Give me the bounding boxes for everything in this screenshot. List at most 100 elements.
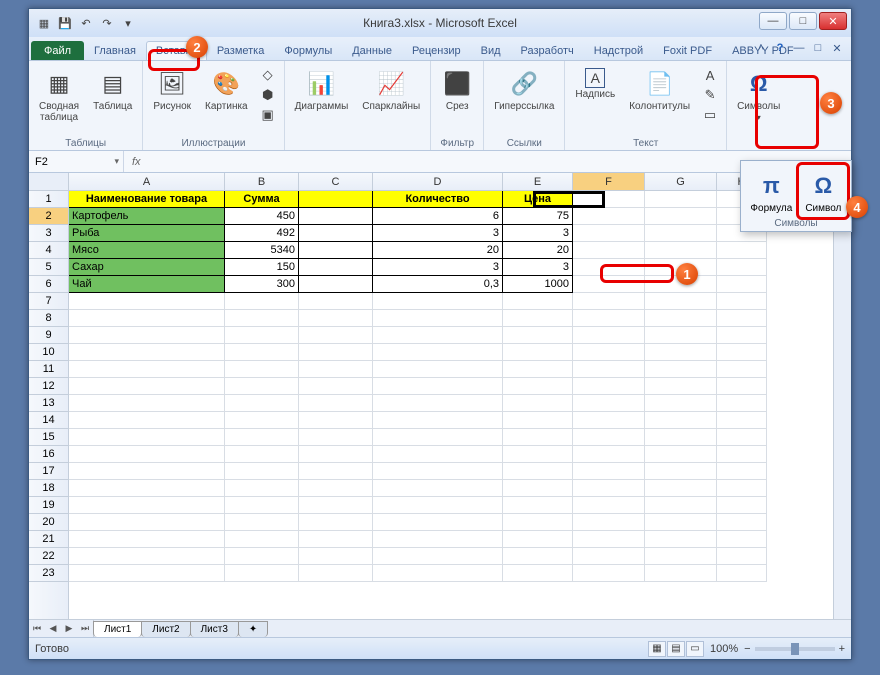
help-icon[interactable]: ? (772, 40, 788, 56)
table-button[interactable]: ▤Таблица (88, 65, 137, 115)
row-header-20[interactable]: 20 (29, 514, 68, 531)
row-header-3[interactable]: 3 (29, 225, 68, 242)
group-text: AНадпись 📄Колонтитулы A ✎ ▭ Текст (565, 61, 727, 150)
tab-layout[interactable]: Разметка (207, 41, 275, 60)
save-icon[interactable]: 💾 (56, 14, 74, 32)
status-text: Готово (35, 643, 69, 655)
row-header-18[interactable]: 18 (29, 480, 68, 497)
row-header-13[interactable]: 13 (29, 395, 68, 412)
window-close-icon[interactable]: ✕ (829, 40, 845, 56)
col-header-G[interactable]: G (645, 173, 717, 190)
row-header-11[interactable]: 11 (29, 361, 68, 378)
grid-area: ABCDEFGH 1234567891011121314151617181920… (29, 173, 851, 637)
slicer-button[interactable]: ⬛Срез (436, 65, 478, 115)
vertical-scrollbar[interactable] (833, 191, 851, 619)
textbox-button[interactable]: AНадпись (570, 65, 620, 103)
object-icon[interactable]: ▭ (699, 105, 721, 125)
row-header-5[interactable]: 5 (29, 259, 68, 276)
new-sheet-icon[interactable]: ✦ (238, 621, 268, 637)
row-header-7[interactable]: 7 (29, 293, 68, 310)
picture-button[interactable]: 🖼Рисунок (148, 65, 196, 115)
col-header-C[interactable]: C (299, 173, 373, 190)
tab-view[interactable]: Вид (471, 41, 511, 60)
symbol-button[interactable]: ΩСимвол (802, 167, 845, 217)
row-header-12[interactable]: 12 (29, 378, 68, 395)
normal-view-icon: ▦ (648, 641, 666, 657)
sheet-tab-bar: ⏮◀▶⏭ Лист1 Лист2 Лист3 ✦ (29, 619, 851, 637)
hyperlink-button[interactable]: 🔗Гиперссылка (489, 65, 559, 115)
header-footer-button[interactable]: 📄Колонтитулы (624, 65, 695, 115)
group-tables: ▦Сводная таблица ▤Таблица Таблицы (29, 61, 143, 150)
window-min-icon[interactable]: — (791, 40, 807, 56)
redo-icon[interactable]: ↷ (98, 14, 116, 32)
qat-more-icon[interactable]: ▾ (119, 14, 137, 32)
clipart-button[interactable]: 🎨Картинка (200, 65, 253, 115)
maximize-button[interactable]: □ (789, 12, 817, 30)
pivot-table-button[interactable]: ▦Сводная таблица (34, 65, 84, 126)
col-header-A[interactable]: A (69, 173, 225, 190)
tab-home[interactable]: Главная (84, 41, 146, 60)
sheet-tab-2[interactable]: Лист2 (141, 621, 190, 637)
select-all-corner[interactable] (29, 173, 69, 191)
row-header-15[interactable]: 15 (29, 429, 68, 446)
tab-file[interactable]: Файл (31, 41, 84, 60)
row-header-14[interactable]: 14 (29, 412, 68, 429)
group-text-label: Текст (570, 137, 721, 149)
pi-icon: π (755, 170, 787, 202)
omega-icon: Ω (743, 68, 775, 100)
sheet-tab-1[interactable]: Лист1 (93, 621, 142, 637)
zoom-out-icon: − (744, 643, 750, 655)
row-header-6[interactable]: 6 (29, 276, 68, 293)
col-header-E[interactable]: E (503, 173, 573, 190)
minimize-ribbon-icon[interactable]: ˄ (753, 40, 769, 56)
smartart-icon[interactable]: ⬢ (257, 85, 279, 105)
row-header-21[interactable]: 21 (29, 531, 68, 548)
tab-data[interactable]: Данные (342, 41, 402, 60)
name-box[interactable]: F2 (29, 151, 124, 172)
tab-review[interactable]: Рецензир (402, 41, 471, 60)
ribbon-tabs: Файл Главная Вставка Разметка Формулы Да… (29, 37, 851, 61)
page-break-icon: ▭ (686, 641, 704, 657)
charts-button[interactable]: 📊Диаграммы (290, 65, 354, 115)
row-header-2[interactable]: 2 (29, 208, 68, 225)
tab-formulas[interactable]: Формулы (274, 41, 342, 60)
wordart-icon[interactable]: A (699, 65, 721, 85)
close-button[interactable]: ✕ (819, 12, 847, 30)
row-header-22[interactable]: 22 (29, 548, 68, 565)
shapes-icon[interactable]: ◇ (257, 65, 279, 85)
minimize-button[interactable]: — (759, 12, 787, 30)
signature-icon[interactable]: ✎ (699, 85, 721, 105)
row-header-9[interactable]: 9 (29, 327, 68, 344)
tab-dev[interactable]: Разработч (511, 41, 584, 60)
col-header-D[interactable]: D (373, 173, 503, 190)
row-header-4[interactable]: 4 (29, 242, 68, 259)
zoom-level[interactable]: 100% (710, 643, 738, 655)
sheet-nav[interactable]: ⏮◀▶⏭ (29, 620, 94, 637)
cells[interactable]: Наименование товараСуммаКоличествоЦенаКа… (69, 191, 833, 619)
group-links-label: Ссылки (489, 137, 559, 149)
symbols-button[interactable]: ΩСимволы▾ (732, 65, 785, 125)
link-icon: 🔗 (508, 68, 540, 100)
screenshot-icon[interactable]: ▣ (257, 105, 279, 125)
fx-icon[interactable]: fx (124, 156, 149, 168)
row-header-17[interactable]: 17 (29, 463, 68, 480)
row-header-8[interactable]: 8 (29, 310, 68, 327)
col-header-F[interactable]: F (573, 173, 645, 190)
undo-icon[interactable]: ↶ (77, 14, 95, 32)
row-header-19[interactable]: 19 (29, 497, 68, 514)
col-header-B[interactable]: B (225, 173, 299, 190)
tab-foxit[interactable]: Foxit PDF (653, 41, 722, 60)
row-header-23[interactable]: 23 (29, 565, 68, 582)
row-header-16[interactable]: 16 (29, 446, 68, 463)
tab-addins[interactable]: Надстрой (584, 41, 653, 60)
view-buttons[interactable]: ▦▤▭ (648, 641, 704, 657)
zoom-slider[interactable]: −+ (744, 643, 845, 655)
window-restore-icon[interactable]: □ (810, 40, 826, 56)
equation-button[interactable]: πФормула (747, 167, 796, 217)
row-header-10[interactable]: 10 (29, 344, 68, 361)
sparklines-button[interactable]: 📈Спарклайны (357, 65, 425, 115)
clipart-icon: 🎨 (210, 68, 242, 100)
badge-2: 2 (186, 36, 208, 58)
row-header-1[interactable]: 1 (29, 191, 68, 208)
sheet-tab-3[interactable]: Лист3 (190, 621, 239, 637)
